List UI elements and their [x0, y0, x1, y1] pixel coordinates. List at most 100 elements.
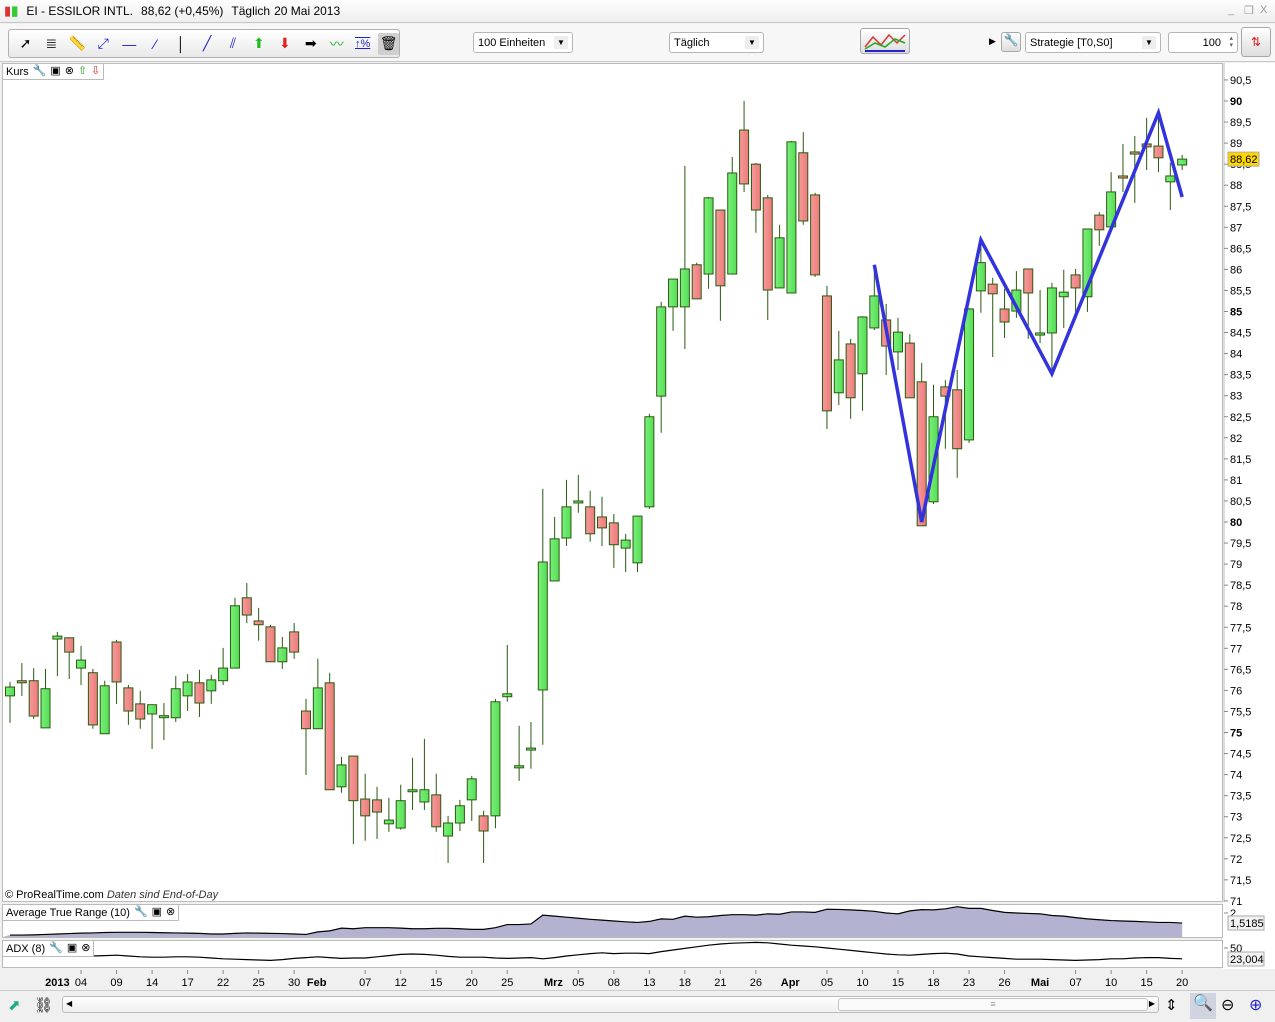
candle-body — [620, 539, 631, 549]
candle-body — [265, 626, 276, 663]
candle-up — [229, 597, 240, 669]
candle-down — [265, 624, 276, 663]
candle-body — [64, 637, 75, 653]
candle-up — [774, 224, 785, 289]
candle-body — [739, 129, 750, 185]
chart-type-icon[interactable]: ⬈ — [8, 996, 21, 1014]
price-tick-label: 74,5 — [1230, 749, 1251, 761]
candle-up — [218, 647, 229, 685]
move-down-icon[interactable]: ⇩ — [91, 66, 100, 77]
candle-up — [383, 797, 394, 832]
candle-up — [395, 784, 406, 830]
candle-up — [549, 516, 560, 582]
candle-body — [964, 308, 975, 441]
data-note: Daten sind End-of-Day — [106, 889, 219, 901]
candle-down — [348, 755, 359, 845]
wrench-icon[interactable]: 🔧 — [49, 943, 63, 954]
scroll-right-icon[interactable]: ▶ — [1149, 999, 1155, 1008]
atr-panel-label: Average True Range (10) — [6, 906, 130, 919]
candle-body — [253, 620, 264, 626]
candle-body — [810, 194, 821, 276]
candle-up — [964, 308, 975, 443]
price-tick-label: 75 — [1230, 728, 1242, 740]
price-tick-label: 73 — [1230, 812, 1242, 824]
date-tick-label: 20 — [1176, 977, 1188, 989]
price-tick-label: 76,5 — [1230, 664, 1251, 676]
candle-body — [40, 688, 51, 729]
candle-down — [87, 668, 98, 729]
candle-up — [1082, 228, 1093, 312]
wrench-icon[interactable]: 🔧 — [134, 907, 148, 918]
candle-down — [64, 637, 75, 680]
candle-down — [28, 668, 39, 720]
zoom-fit-icon[interactable]: 🔍 — [1190, 993, 1216, 1019]
price-tick-label: 84,5 — [1230, 328, 1251, 340]
candle-body — [206, 679, 217, 692]
window-icon[interactable]: ▣ — [50, 66, 60, 77]
date-tick-label: 12 — [395, 977, 407, 989]
candle-up — [525, 721, 536, 769]
candle-down — [372, 786, 383, 840]
zoom-out-icon[interactable]: ⊖ — [1221, 995, 1234, 1015]
close-circle-icon[interactable]: ⊗ — [166, 907, 175, 918]
price-tick-label: 85 — [1230, 307, 1242, 319]
candle-body — [466, 778, 477, 801]
candle-down — [1094, 212, 1105, 246]
price-tick-label: 83,5 — [1230, 370, 1251, 382]
candle-body — [1035, 332, 1046, 336]
candle-body — [324, 682, 335, 791]
candle-up — [644, 413, 655, 509]
zoom-in-icon[interactable]: ⊕ — [1249, 995, 1262, 1015]
candle-body — [632, 515, 643, 564]
scroll-left-icon[interactable]: ◀ — [66, 999, 72, 1008]
window-icon[interactable]: ▣ — [67, 943, 77, 954]
date-tick-label: 25 — [253, 977, 265, 989]
candle-body — [987, 283, 998, 295]
close-circle-icon[interactable]: ⊗ — [81, 943, 90, 954]
candle-up — [502, 644, 513, 702]
autoscale-icon[interactable]: ⇕ — [1165, 996, 1178, 1014]
scrollbar-thumb[interactable]: ≡ — [838, 998, 1148, 1011]
horizontal-scrollbar[interactable]: ◀ ≡ ▶ — [62, 996, 1159, 1013]
candle-body — [241, 597, 252, 616]
candle-body — [170, 688, 181, 719]
candle-body — [585, 506, 596, 535]
candle-down — [762, 194, 773, 320]
close-circle-icon[interactable]: ⊗ — [65, 66, 74, 77]
candle-body — [218, 667, 229, 682]
candle-down — [111, 639, 122, 704]
wrench-icon[interactable]: 🔧 — [33, 66, 47, 77]
move-up-icon[interactable]: ⇧ — [78, 66, 87, 77]
price-panel-header: Kurs 🔧 ▣ ⊗ ⇧ ⇩ — [2, 63, 105, 80]
candle-up — [52, 631, 63, 677]
candle-up — [573, 474, 584, 513]
candle-body — [1094, 214, 1105, 231]
candle-down — [691, 262, 702, 300]
candle-down — [597, 496, 607, 546]
price-tick-label: 78,5 — [1230, 580, 1251, 592]
candle-style-icon[interactable]: ⛓ — [34, 996, 53, 1014]
candle-up — [76, 645, 87, 685]
date-tick-label: 13 — [643, 977, 655, 989]
candle-up — [206, 674, 217, 704]
adx-line — [9, 941, 1183, 962]
candle-down — [999, 288, 1010, 339]
candle-body — [194, 682, 205, 704]
candle-up — [170, 676, 181, 722]
candle-up — [1058, 269, 1069, 328]
candle-body — [608, 522, 619, 546]
candle-body — [549, 538, 560, 582]
candle-down — [952, 370, 963, 478]
candle-up — [857, 316, 868, 411]
candle-body — [383, 819, 394, 825]
candle-down — [324, 672, 335, 791]
candle-down — [135, 690, 146, 729]
window-icon[interactable]: ▣ — [152, 907, 162, 918]
candle-down — [608, 514, 619, 568]
candle-down — [289, 623, 300, 659]
price-tick-label: 88 — [1230, 180, 1242, 192]
candle-body — [786, 141, 797, 294]
candle-down — [431, 773, 442, 832]
price-tick-label: 83 — [1230, 391, 1242, 403]
price-tick-label: 77,5 — [1230, 622, 1251, 634]
